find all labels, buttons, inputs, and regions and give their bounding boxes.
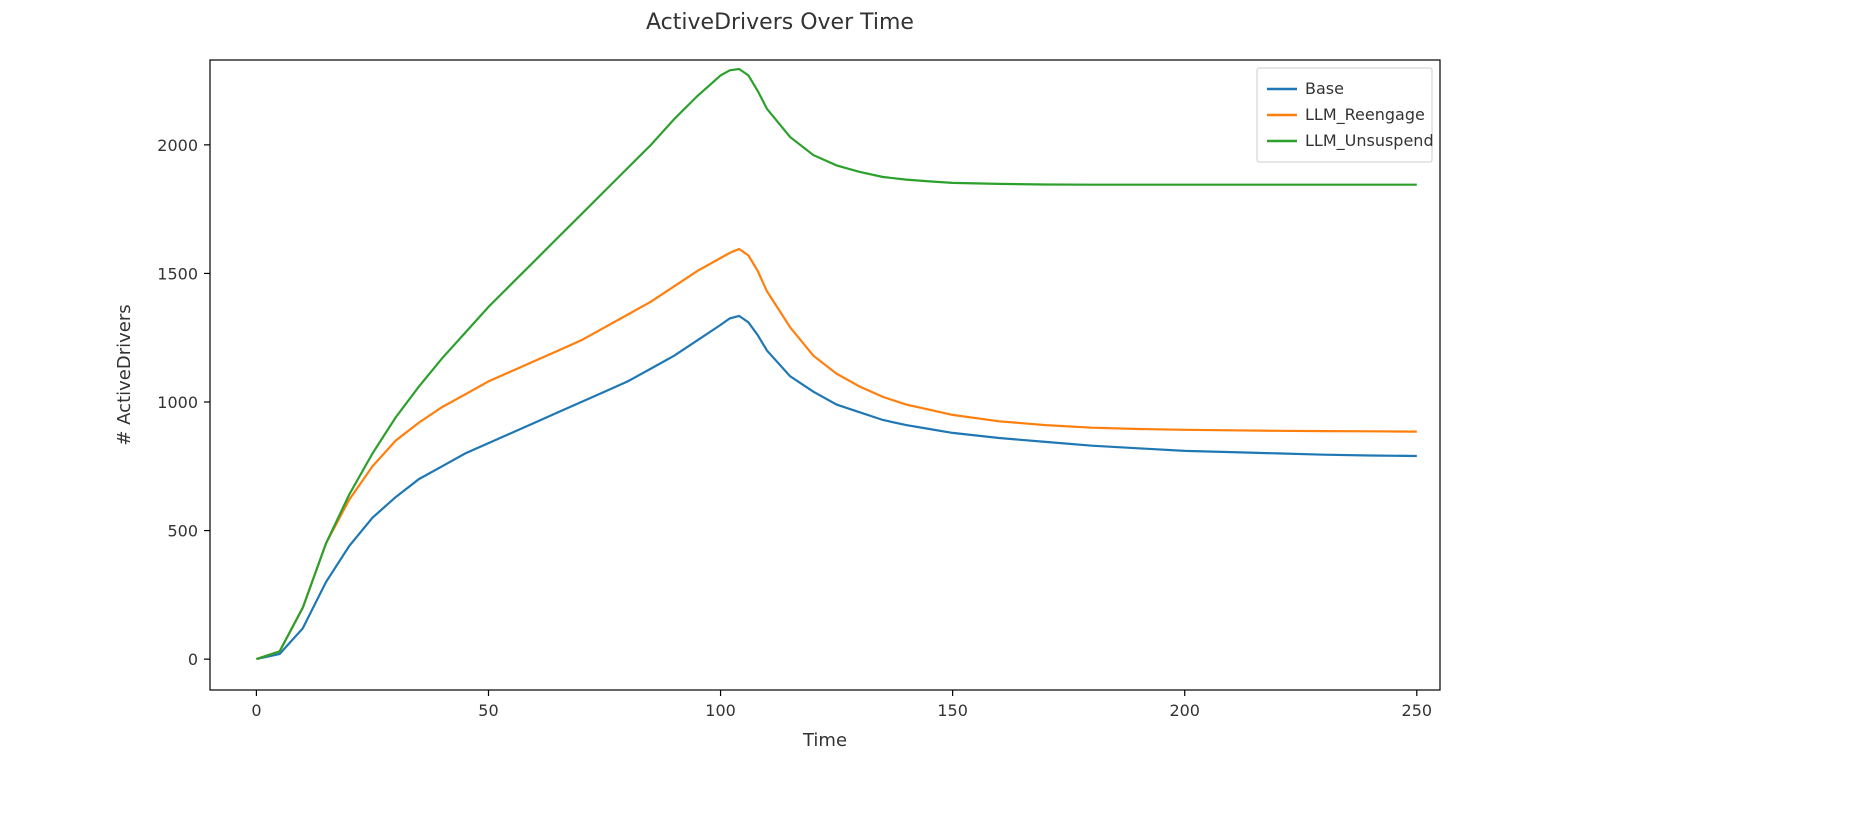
svg-text:1500: 1500 [157, 264, 198, 283]
svg-text:0: 0 [251, 701, 261, 720]
legend-label: LLM_Reengage [1305, 105, 1425, 125]
x-tick-label: 50 [478, 701, 498, 720]
chart-container: ActiveDrivers Over Time 0501001502002500… [80, 10, 1480, 790]
y-tick-label: 0 [188, 650, 198, 669]
y-tick-label: 1000 [157, 393, 198, 412]
x-axis-label: Time [802, 730, 847, 751]
x-tick-label: 250 [1402, 701, 1433, 720]
svg-text:0: 0 [188, 650, 198, 669]
x-tick-label: 0 [251, 701, 261, 720]
series-line-base [256, 316, 1416, 659]
chart-title: ActiveDrivers Over Time [80, 10, 1480, 35]
svg-text:100: 100 [705, 701, 736, 720]
svg-text:150: 150 [937, 701, 968, 720]
x-tick-label: 200 [1169, 701, 1200, 720]
y-tick-label: 1500 [157, 264, 198, 283]
y-tick-label: 500 [167, 522, 198, 541]
svg-text:500: 500 [167, 522, 198, 541]
chart-svg: 0 50 100 150 200 250 0 500 1000 1500 2000 Time # Act… [80, 10, 1480, 790]
legend-label: LLM_Unsuspend [1305, 131, 1434, 151]
y-tick-label: 2000 [157, 136, 198, 155]
svg-text:2000: 2000 [157, 136, 198, 155]
legend: Base LLM_Reengage LLM_Unsuspend [1257, 68, 1434, 162]
series-line-llm_reengage [256, 249, 1416, 659]
y-axis-label: # ActiveDrivers [114, 304, 135, 445]
svg-text:200: 200 [1169, 701, 1200, 720]
x-tick-label: 100 [705, 701, 736, 720]
legend-label: Base [1305, 79, 1344, 98]
svg-text:50: 50 [478, 701, 498, 720]
chart-stage: ActiveDrivers Over Time 0501001502002500… [0, 0, 1870, 836]
svg-text:1000: 1000 [157, 393, 198, 412]
series-line-llm_unsuspend [256, 69, 1416, 659]
svg-text:250: 250 [1402, 701, 1433, 720]
plot-area-border [210, 60, 1440, 690]
x-tick-label: 150 [937, 701, 968, 720]
